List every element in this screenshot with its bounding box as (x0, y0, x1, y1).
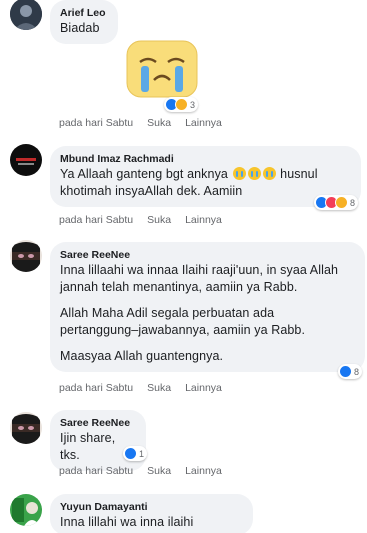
comment-bubble: Saree ReeNee Ijin share, tks. (50, 410, 146, 471)
comment-actions: pada hari Sabtu Suka Lainnya (59, 381, 222, 395)
comment-text-part: Ya Allaah ganteng bgt anknya (60, 167, 228, 181)
comment-actions: pada hari Sabtu Suka Lainnya (59, 116, 222, 130)
comment-actions: pada hari Sabtu Suka Lainnya (59, 464, 222, 478)
comment-text: Biadab (60, 21, 100, 35)
avatar[interactable] (10, 412, 42, 444)
crying-emoji-icon (262, 167, 276, 180)
avatar[interactable] (10, 240, 42, 272)
crying-face-sticker (126, 40, 198, 100)
commenter-name[interactable]: Mbund Imaz Rachmadi (60, 152, 351, 166)
more-button[interactable]: Lainnya (185, 116, 222, 130)
comment-text: Ya Allaah ganteng bgt anknya husnul khot… (60, 166, 351, 200)
reaction-summary[interactable]: 8 (338, 364, 363, 379)
crying-emoji-icon (232, 167, 246, 180)
timestamp-link[interactable]: pada hari Sabtu (59, 464, 133, 478)
timestamp-link[interactable]: pada hari Sabtu (59, 116, 133, 130)
comment-bubble: Yuyun Damayanti Inna lillahi wa inna ila… (50, 494, 253, 533)
sad-reaction-icon (175, 98, 188, 111)
reaction-count: 1 (139, 448, 145, 459)
like-button[interactable]: Suka (147, 213, 171, 227)
crying-emoji-icon (247, 167, 261, 180)
comment-mbund-imaz: Mbund Imaz Rachmadi Ya Allaah ganteng bg… (0, 140, 367, 230)
comment-bubble: Saree ReeNee Inna lillaahi wa innaa Ilai… (50, 242, 365, 372)
more-button[interactable]: Lainnya (185, 464, 222, 478)
comment-yuyun-damayanti: Yuyun Damayanti Inna lillahi wa inna ila… (0, 492, 367, 533)
like-button[interactable]: Suka (147, 116, 171, 130)
comment-paragraph: Allah Maha Adil segala perbuatan ada per… (60, 306, 306, 337)
reaction-summary[interactable]: 3 (164, 97, 199, 112)
like-button[interactable]: Suka (147, 381, 171, 395)
like-reaction-icon (124, 447, 137, 460)
commenter-name[interactable]: Yuyun Damayanti (60, 500, 243, 514)
comment-paragraph: Maasyaa Allah guantengnya. (60, 349, 224, 363)
more-button[interactable]: Lainnya (185, 213, 222, 227)
more-button[interactable]: Lainnya (185, 381, 222, 395)
timestamp-link[interactable]: pada hari Sabtu (59, 381, 133, 395)
avatar[interactable] (10, 494, 42, 526)
avatar[interactable] (10, 0, 42, 30)
comment-arief-leo: Arief Leo Biadab 3 pada hari Sabtu Suka … (0, 0, 367, 130)
sad-reaction-icon (335, 196, 348, 209)
reaction-count: 3 (190, 99, 196, 110)
commenter-name[interactable]: Arief Leo (60, 6, 108, 20)
reaction-count: 8 (350, 197, 356, 208)
comment-actions: pada hari Sabtu Suka Lainnya (59, 213, 222, 227)
commenter-name[interactable]: Saree ReeNee (60, 248, 355, 262)
reaction-summary[interactable]: 1 (123, 446, 148, 461)
like-reaction-icon (339, 365, 352, 378)
like-button[interactable]: Suka (147, 464, 171, 478)
comment-saree-reenee-short: Saree ReeNee Ijin share, tks. 1 pada har… (0, 408, 367, 483)
timestamp-link[interactable]: pada hari Sabtu (59, 213, 133, 227)
comment-text: Inna lillahi wa inna ilaihi raaji'uun (60, 515, 194, 533)
avatar[interactable] (10, 144, 42, 176)
commenter-name[interactable]: Saree ReeNee (60, 416, 136, 430)
reaction-summary[interactable]: 8 (314, 195, 359, 210)
comment-bubble: Arief Leo Biadab (50, 0, 118, 44)
comment-saree-reenee-long: Saree ReeNee Inna lillaahi wa innaa Ilai… (0, 240, 367, 400)
comment-paragraph: Inna lillaahi wa innaa Ilaihi raaji'uun,… (60, 263, 339, 294)
reaction-count: 8 (354, 366, 360, 377)
